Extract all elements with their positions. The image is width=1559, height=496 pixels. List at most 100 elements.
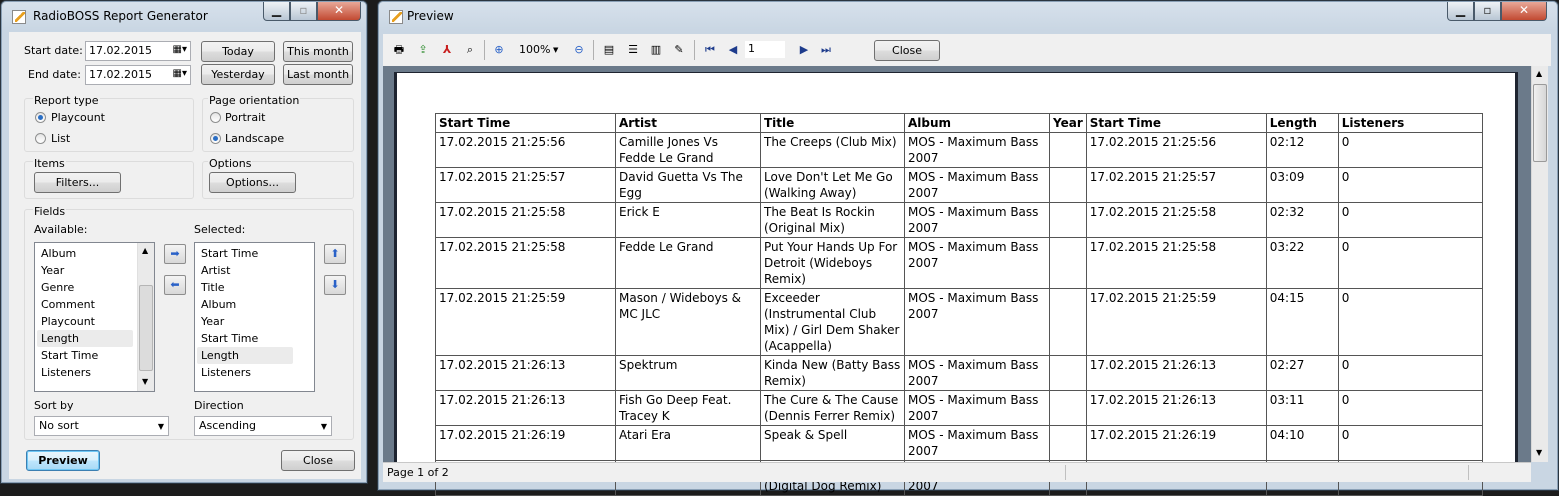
move-down-button[interactable]: ⬇ (324, 275, 346, 295)
list-item[interactable]: Listeners (201, 364, 251, 381)
list-item[interactable]: Year (41, 262, 64, 279)
available-list[interactable]: Album Year Genre Comment Playcount Lengt… (34, 242, 155, 392)
report-page: Start Time Artist Title Album Year Start… (394, 72, 1518, 496)
preview-button[interactable]: Preview (26, 450, 100, 471)
table-cell: Love Don't Let Me Go (Walking Away) (760, 167, 905, 203)
pdf-icon[interactable]: ⅄ (439, 42, 455, 58)
scroll-up-icon[interactable]: ▲ (142, 246, 148, 255)
playcount-radio-label[interactable]: Playcount (51, 111, 105, 124)
sort-by-value: No sort (39, 419, 79, 432)
start-date-field[interactable]: 17.02.2015 ▦▾ (85, 41, 191, 61)
add-field-button[interactable]: ➡ (164, 244, 186, 264)
prev-page-icon[interactable]: ◀ (725, 42, 741, 58)
next-page-icon[interactable]: ▶ (796, 42, 812, 58)
list-item[interactable]: Comment (41, 296, 95, 313)
list-item[interactable]: Title (201, 279, 225, 296)
list-radio-label[interactable]: List (51, 132, 70, 145)
this-month-button[interactable]: This month (283, 41, 353, 62)
calendar-icon[interactable]: ▦▾ (173, 44, 187, 55)
yesterday-button[interactable]: Yesterday (201, 64, 275, 85)
sort-by-select[interactable]: No sort ▼ (34, 416, 169, 436)
one-page-icon[interactable]: ▤ (601, 42, 617, 58)
close-button[interactable]: Close (281, 450, 355, 471)
landscape-radio-label[interactable]: Landscape (225, 132, 284, 145)
zoom-out-icon[interactable]: ⊖ (571, 42, 587, 58)
table-cell: Spektrum (615, 355, 761, 391)
close-window-button[interactable]: ✕ (1501, 2, 1547, 21)
sort-by-label: Sort by (34, 399, 74, 412)
column-header: Artist (615, 113, 761, 133)
list-item-selected[interactable]: Length (197, 347, 293, 364)
list-item[interactable]: Year (201, 313, 224, 330)
first-page-icon[interactable]: ⏮ (702, 42, 718, 58)
table-cell (1049, 202, 1087, 238)
find-icon[interactable]: ⌕ (462, 42, 478, 58)
table-cell: 0 (1337, 288, 1483, 356)
list-item[interactable]: Start Time (201, 330, 258, 347)
list-item[interactable]: Start Time (41, 347, 98, 364)
table-cell: 17.02.2015 21:26:13 (435, 390, 616, 426)
calendar-icon[interactable]: ▦▾ (173, 68, 187, 79)
list-item[interactable]: Artist (201, 262, 230, 279)
table-cell: Erick E (615, 202, 761, 238)
page-number-input[interactable]: 1 (745, 41, 785, 58)
list-radio[interactable] (35, 133, 46, 144)
list-item[interactable]: Genre (41, 279, 74, 296)
remove-field-button[interactable]: ⬅ (164, 275, 186, 295)
landscape-radio[interactable] (210, 133, 221, 144)
edit-page-icon[interactable]: ✎ (671, 42, 687, 58)
export-icon[interactable]: ⇪ (415, 42, 431, 58)
maximize-button[interactable]: ▫ (1474, 2, 1501, 21)
minimize-button[interactable]: ▁ (1447, 2, 1474, 21)
end-date-label: End date: (28, 68, 81, 81)
table-cell: MOS - Maximum Bass 2007 (904, 132, 1050, 168)
close-window-button[interactable]: ✕ (317, 2, 361, 21)
today-button[interactable]: Today (201, 41, 275, 62)
end-date-value: 17.02.2015 (89, 68, 152, 81)
portrait-radio-label[interactable]: Portrait (225, 111, 265, 124)
direction-select[interactable]: Ascending ▼ (194, 416, 332, 436)
zoom-select[interactable]: 100% ▼ (515, 42, 561, 58)
end-date-field[interactable]: 17.02.2015 ▦▾ (85, 65, 191, 85)
scroll-thumb[interactable] (1533, 84, 1547, 162)
list-item[interactable]: Playcount (41, 313, 95, 330)
list-item[interactable]: Album (41, 245, 76, 262)
zoom-in-icon[interactable]: ⊕ (491, 42, 507, 58)
scroll-up-icon[interactable]: ▲ (1536, 69, 1542, 78)
items-group: Items Filters... (24, 157, 194, 199)
table-cell: The Creeps (Club Mix) (760, 132, 905, 168)
scroll-thumb[interactable] (139, 285, 153, 371)
move-up-button[interactable]: ⬆ (324, 244, 346, 264)
scroll-down-icon[interactable]: ▼ (142, 377, 148, 386)
preview-close-button[interactable]: Close (874, 40, 940, 61)
last-month-button[interactable]: Last month (283, 64, 353, 85)
options-button[interactable]: Options... (209, 172, 296, 193)
portrait-radio[interactable] (210, 112, 221, 123)
table-cell: 17.02.2015 21:25:58 (435, 202, 616, 238)
scroll-down-icon[interactable]: ▼ (1536, 448, 1542, 457)
start-date-label: Start date: (24, 44, 83, 57)
column-header: Year (1049, 113, 1087, 133)
filters-button[interactable]: Filters... (34, 172, 121, 193)
minimize-button[interactable]: ▁ (263, 2, 290, 21)
list-item[interactable]: Start Time (201, 245, 258, 262)
list-item[interactable]: Listeners (41, 364, 91, 381)
two-pages-icon[interactable]: ▥ (648, 42, 664, 58)
page-width-icon[interactable]: ☰ (625, 42, 641, 58)
table-cell: MOS - Maximum Bass 2007 (904, 425, 1050, 461)
list-item[interactable]: Album (201, 296, 236, 313)
available-scrollbar[interactable]: ▲ ▼ (137, 243, 154, 391)
playcount-radio[interactable] (35, 112, 46, 123)
last-page-icon[interactable]: ⏭ (818, 42, 834, 58)
selected-list[interactable]: Start Time Artist Title Album Year Start… (194, 242, 315, 392)
table-cell: 17.02.2015 21:25:56 (435, 132, 616, 168)
print-icon[interactable]: 🖶 (391, 42, 407, 58)
title-bar[interactable]: RadioBOSS Report Generator ▁ ▫ ✕ (1, 1, 367, 31)
table-cell: 0 (1337, 132, 1483, 168)
preview-scrollbar[interactable]: ▲ ▼ (1531, 66, 1548, 462)
table-cell: 0 (1337, 425, 1483, 461)
app-icon (12, 10, 26, 24)
maximize-button[interactable]: ▫ (290, 2, 317, 21)
list-item-selected[interactable]: Length (37, 330, 133, 347)
title-bar[interactable]: Preview ▁ ▫ ✕ (378, 1, 1558, 31)
